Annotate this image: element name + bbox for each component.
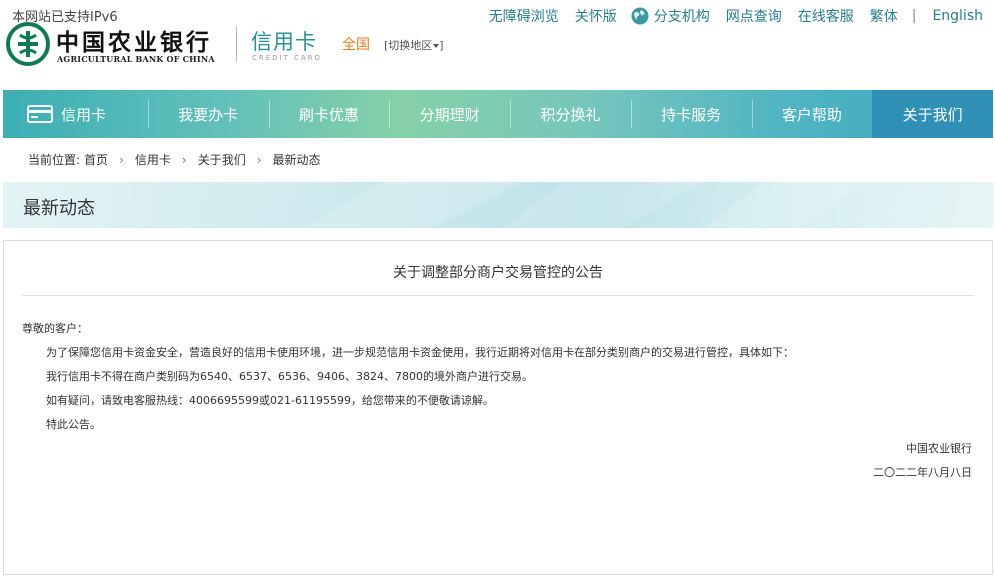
nav-item-about-us[interactable]: 关于我们 xyxy=(872,90,993,138)
bank-name-cn: 中国农业银行 xyxy=(56,29,212,56)
section-banner: 最新动态 xyxy=(3,182,993,228)
abc-logo-icon xyxy=(6,22,50,66)
breadcrumb-about-us[interactable]: 关于我们 xyxy=(198,151,246,168)
outlet-search-link[interactable]: 网点查询 xyxy=(726,6,782,26)
article-date: 二〇二二年八月八日 xyxy=(873,466,972,479)
credit-card-icon xyxy=(27,105,53,123)
breadcrumb-credit-card[interactable]: 信用卡 xyxy=(135,151,171,168)
section-title: 最新动态 xyxy=(23,198,95,219)
article-signature-block: 中国农业银行 二〇二二年八月八日 xyxy=(873,441,972,489)
breadcrumb: 当前位置: 首页 › 信用卡 › 关于我们 › 最新动态 xyxy=(28,151,321,168)
article-paragraph: 为了保障您信用卡资金安全，营造良好的信用卡使用环境，进一步规范信用卡资金使用，我… xyxy=(46,346,794,359)
article-panel: 关于调整部分商户交易管控的公告 尊敬的客户： 为了保障您信用卡资金安全，营造良好… xyxy=(3,240,993,575)
title-divider xyxy=(22,295,974,296)
article-paragraph: 如有疑问，请致电客服热线：4006695599或021-61195599，给您带… xyxy=(46,394,494,407)
online-service-link[interactable]: 在线客服 xyxy=(798,6,854,26)
main-nav: 信用卡 我要办卡 刷卡优惠 分期理财 积分换礼 持卡服务 客户帮助 关于我们 xyxy=(3,90,993,138)
nav-item-label: 信用卡 xyxy=(61,105,107,124)
article-paragraph: 特此公告。 xyxy=(46,418,101,431)
bank-name-en: AGRICULTURAL BANK OF CHINA xyxy=(57,54,215,64)
breadcrumb-current: 最新动态 xyxy=(272,153,321,167)
credit-card-title: 信用卡 xyxy=(251,30,317,54)
link-separator: | xyxy=(911,8,917,24)
breadcrumb-lead: 当前位置: xyxy=(28,153,81,167)
chevron-right-icon: › xyxy=(181,152,187,167)
credit-card-subtitle: CREDIT CARD xyxy=(252,54,323,62)
chevron-right-icon: › xyxy=(119,152,124,167)
english-link[interactable]: English xyxy=(932,8,983,24)
nav-item-credit-card[interactable]: 信用卡 xyxy=(3,90,148,138)
branches-link[interactable]: 分支机构 xyxy=(654,6,710,26)
top-links: 无障碍浏览 关怀版 分支机构 网点查询 在线客服 繁体 | English xyxy=(473,6,983,26)
care-version-link[interactable]: 关怀版 xyxy=(575,6,617,26)
switch-region-button[interactable]: [切换地区] xyxy=(384,37,444,53)
current-region: 全国 xyxy=(342,37,370,53)
header-divider xyxy=(236,26,237,62)
caret-down-icon xyxy=(433,44,440,48)
article-greeting: 尊敬的客户： xyxy=(22,322,88,335)
nav-item-cardholder-service[interactable]: 持卡服务 xyxy=(630,90,752,138)
banner-decoration xyxy=(303,182,863,228)
nav-item-points[interactable]: 积分换礼 xyxy=(510,90,631,138)
chevron-right-icon: › xyxy=(256,152,262,167)
nav-item-apply-card[interactable]: 我要办卡 xyxy=(147,90,269,138)
article-body: 尊敬的客户： 为了保障您信用卡资金安全，营造良好的信用卡使用环境，进一步规范信用… xyxy=(22,321,974,441)
traditional-chinese-link[interactable]: 繁体 xyxy=(870,6,898,26)
article-title: 关于调整部分商户交易管控的公告 xyxy=(393,265,603,281)
switch-region-label: [切换地区 xyxy=(384,39,433,52)
nav-item-card-offers[interactable]: 刷卡优惠 xyxy=(268,90,390,138)
breadcrumb-home[interactable]: 首页 xyxy=(84,151,108,168)
accessible-browse-link[interactable]: 无障碍浏览 xyxy=(489,6,559,26)
nav-item-customer-help[interactable]: 客户帮助 xyxy=(751,90,873,138)
nav-item-installment[interactable]: 分期理财 xyxy=(389,90,510,138)
article-paragraph: 我行信用卡不得在商户类别码为6540、6537、6536、9406、3824、7… xyxy=(46,370,533,383)
globe-icon xyxy=(631,7,649,25)
article-signature: 中国农业银行 xyxy=(906,442,972,455)
